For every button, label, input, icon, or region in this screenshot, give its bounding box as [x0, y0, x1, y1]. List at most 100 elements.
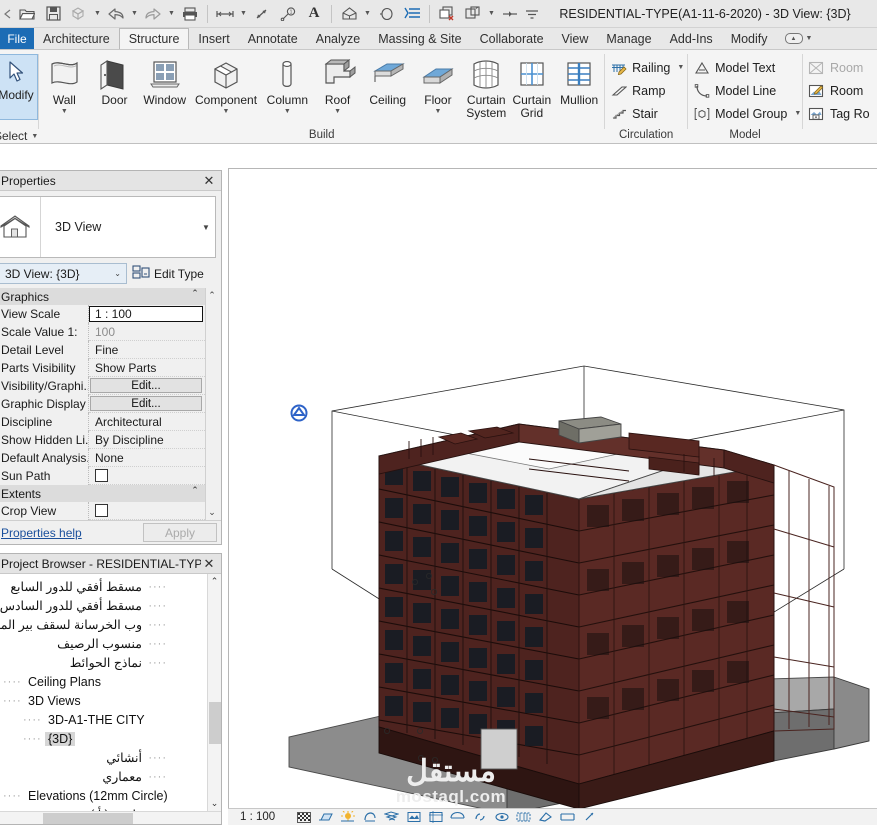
- model-group-dropdown-icon[interactable]: ▼: [794, 110, 801, 117]
- scroll-down-icon[interactable]: ⌄: [208, 507, 216, 518]
- view-scale-label[interactable]: 1 : 100: [240, 811, 275, 823]
- tree-item[interactable]: ···· معماري: [0, 767, 207, 786]
- tab-modify[interactable]: Modify: [722, 28, 777, 49]
- close-icon[interactable]: ✕: [201, 556, 217, 572]
- worksharing-display-icon[interactable]: [538, 810, 553, 824]
- analytical-model-icon[interactable]: [560, 810, 575, 824]
- detail-level-icon[interactable]: [296, 810, 311, 824]
- ceiling-button[interactable]: Ceiling: [363, 54, 413, 107]
- tag-room-button[interactable]: Tag Ro: [803, 102, 875, 125]
- crop-view-icon[interactable]: [428, 810, 443, 824]
- properties-help-link[interactable]: Properties help: [1, 526, 82, 540]
- property-checkbox[interactable]: [95, 469, 108, 482]
- tree-item[interactable]: ···· {3D}: [0, 729, 207, 748]
- component-button[interactable]: Component ▼: [190, 54, 262, 116]
- edit-button[interactable]: Edit...: [90, 396, 202, 411]
- roof-dropdown-icon[interactable]: ▼: [334, 108, 341, 116]
- modify-button[interactable]: Modify: [0, 54, 38, 120]
- measure-dropdown-icon[interactable]: ▼: [238, 2, 249, 26]
- project-browser-scrollbar[interactable]: ⌃ ⌄: [207, 574, 221, 811]
- door-button[interactable]: Door: [89, 54, 139, 107]
- tab-massing-and-site[interactable]: Massing & Site: [369, 28, 470, 49]
- scroll-down-icon[interactable]: ⌄: [211, 798, 219, 809]
- undo-arrow-left-edge-icon[interactable]: [0, 2, 14, 26]
- model-group-button[interactable]: Model Group ▼: [688, 102, 806, 125]
- property-value[interactable]: Show Parts: [89, 359, 205, 377]
- select-dropdown-icon[interactable]: ▼: [31, 133, 38, 140]
- aligned-dimension-icon[interactable]: [249, 2, 275, 26]
- switch-windows-icon[interactable]: [460, 2, 486, 26]
- default-3d-view-icon[interactable]: [336, 2, 362, 26]
- property-value[interactable]: Fine: [89, 341, 205, 359]
- tab-structure[interactable]: Structure: [118, 28, 190, 49]
- show-crop-region-icon[interactable]: [450, 810, 465, 824]
- tree-item[interactable]: ···· مسقط أفقي للدور السابع: [0, 577, 207, 596]
- chevron-down-icon[interactable]: ⌄: [114, 269, 126, 278]
- tree-item[interactable]: ···· مسقط أفقي للدور السادس: [0, 596, 207, 615]
- drawing-canvas[interactable]: مستقل mostaql.com: [228, 168, 877, 808]
- tab-analyze[interactable]: Analyze: [307, 28, 369, 49]
- room-separator-button[interactable]: Room: [803, 79, 875, 102]
- tab-view[interactable]: View: [553, 28, 598, 49]
- scroll-thumb[interactable]: [209, 702, 221, 744]
- temporary-hide-isolate-icon[interactable]: [494, 810, 509, 824]
- lock-3d-view-icon[interactable]: [472, 810, 487, 824]
- tree-item[interactable]: ···· أنشائي: [0, 748, 207, 767]
- component-dropdown-icon[interactable]: ▼: [223, 108, 230, 116]
- edit-type-button[interactable]: Edit Type: [132, 263, 216, 284]
- redo-icon[interactable]: [140, 2, 166, 26]
- visual-style-icon[interactable]: [318, 810, 333, 824]
- apply-button[interactable]: Apply: [143, 523, 217, 542]
- tab-add-ins[interactable]: Add-Ins: [661, 28, 722, 49]
- save-icon[interactable]: [40, 2, 66, 26]
- tab-annotate[interactable]: Annotate: [239, 28, 307, 49]
- property-value[interactable]: 1 : 100: [89, 306, 203, 322]
- close-icon[interactable]: ✕: [201, 173, 217, 189]
- property-value[interactable]: Edit...: [89, 377, 205, 395]
- floor-dropdown-icon[interactable]: ▼: [434, 108, 441, 116]
- customize-qat-icon[interactable]: [497, 2, 523, 26]
- qat-dropdown-icon[interactable]: [523, 2, 541, 26]
- curtain-grid-button[interactable]: Curtain Grid: [509, 54, 554, 120]
- save-as-dropdown-icon[interactable]: ▼: [92, 2, 103, 26]
- thin-lines-icon[interactable]: [399, 2, 425, 26]
- room-button[interactable]: Room: [803, 56, 875, 79]
- railing-button[interactable]: Railing ▼: [605, 56, 689, 79]
- property-checkbox[interactable]: [95, 504, 108, 517]
- property-value[interactable]: [89, 502, 205, 520]
- column-button[interactable]: Column ▼: [262, 54, 312, 116]
- tree-item[interactable]: −····3D Views: [0, 691, 207, 710]
- constraints-icon[interactable]: [582, 810, 597, 824]
- properties-scrollbar[interactable]: ⌃ ⌄: [205, 288, 218, 520]
- sun-path-icon[interactable]: [340, 810, 356, 824]
- render-icon[interactable]: [406, 810, 421, 824]
- property-value[interactable]: Edit...: [89, 395, 205, 413]
- tab-manage[interactable]: Manage: [597, 28, 660, 49]
- tab-collaborate[interactable]: Collaborate: [471, 28, 553, 49]
- chevron-down-icon[interactable]: ▼: [197, 223, 215, 232]
- property-value[interactable]: Architectural: [89, 413, 205, 431]
- open-icon[interactable]: [14, 2, 40, 26]
- select-panel-title[interactable]: Select ▼: [0, 125, 38, 143]
- scroll-up-icon[interactable]: ⌃: [211, 574, 219, 587]
- ramp-button[interactable]: Ramp: [605, 79, 689, 102]
- tree-item[interactable]: +····Ceiling Plans: [0, 672, 207, 691]
- tab-insert[interactable]: Insert: [189, 28, 238, 49]
- scroll-up-icon[interactable]: ⌃: [208, 290, 216, 301]
- undo-dropdown-icon[interactable]: ▼: [129, 2, 140, 26]
- redo-dropdown-icon[interactable]: ▼: [166, 2, 177, 26]
- ribbon-minimize-control[interactable]: ▲ ▼: [777, 28, 821, 49]
- curtain-system-button[interactable]: Curtain System: [463, 54, 509, 120]
- column-dropdown-icon[interactable]: ▼: [284, 108, 291, 116]
- model-line-button[interactable]: Model Line: [688, 79, 806, 102]
- reveal-hidden-elements-icon[interactable]: [516, 810, 531, 824]
- wall-dropdown-icon[interactable]: ▼: [61, 108, 68, 116]
- tree-item[interactable]: ···· 3D-A1-THE CITY: [0, 710, 207, 729]
- ribbon-collapse-icon[interactable]: ▲: [784, 33, 803, 44]
- wall-button[interactable]: Wall ▼: [39, 54, 89, 116]
- property-value[interactable]: [89, 467, 205, 485]
- text-icon[interactable]: A: [301, 2, 327, 26]
- model-text-button[interactable]: Model Text: [688, 56, 806, 79]
- group-collapse-icon[interactable]: ⌃: [185, 485, 205, 502]
- floor-button[interactable]: Floor ▼: [413, 54, 463, 116]
